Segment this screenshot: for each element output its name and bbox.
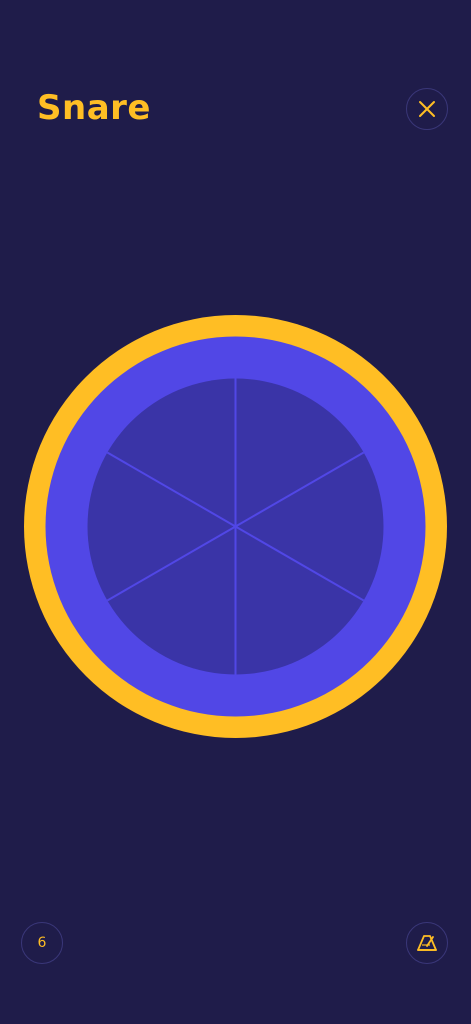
count-button[interactable]: 6	[21, 922, 63, 964]
snare-screen: Snare 6	[0, 0, 471, 1024]
close-icon	[419, 101, 435, 117]
metronome-icon	[417, 935, 437, 951]
close-button[interactable]	[406, 88, 448, 130]
metronome-button[interactable]	[406, 922, 448, 964]
page-title: Snare	[37, 88, 151, 128]
count-label: 6	[37, 935, 47, 951]
snare-drum-pad[interactable]	[24, 315, 447, 738]
